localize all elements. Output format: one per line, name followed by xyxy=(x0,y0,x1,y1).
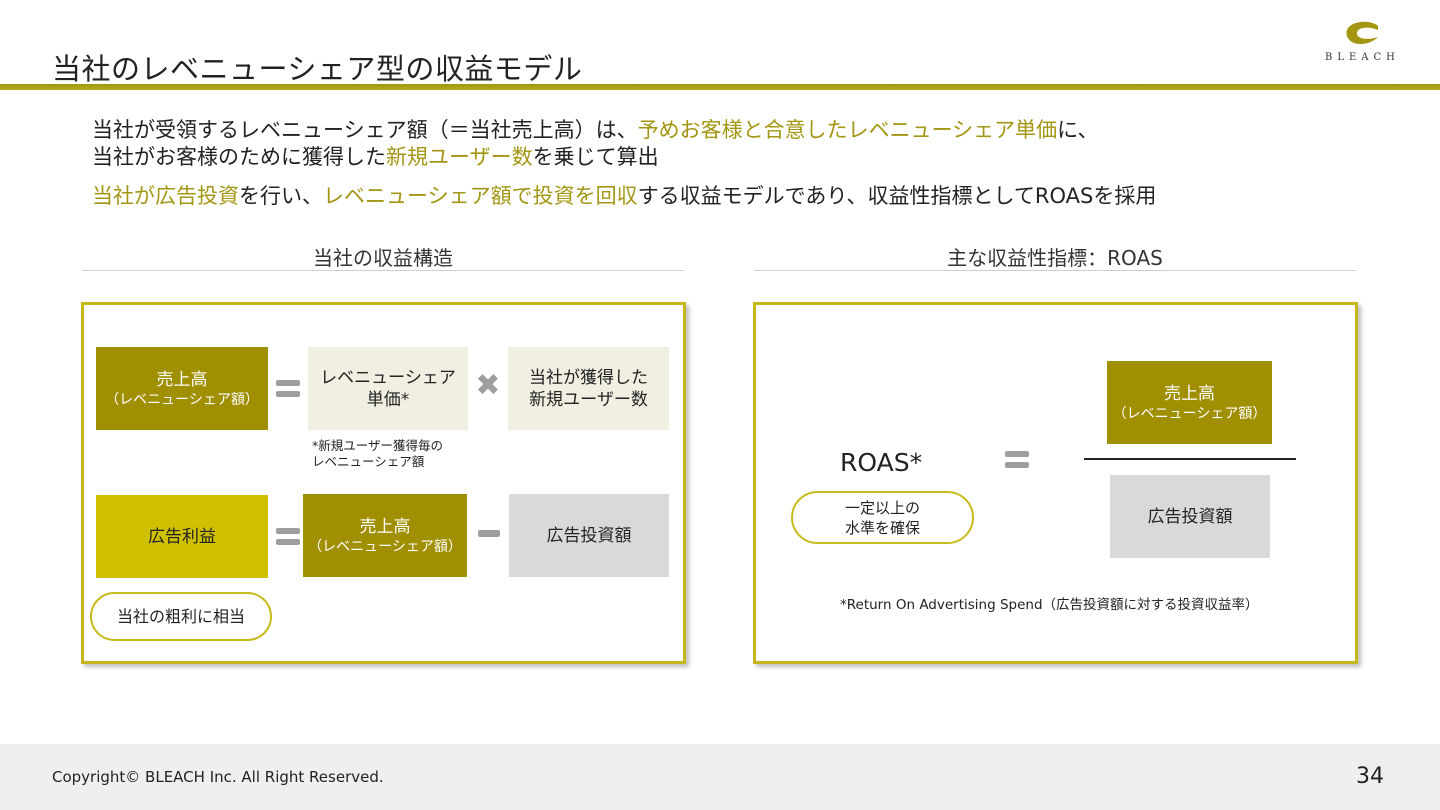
sales-label: 売上高 xyxy=(156,369,208,390)
intro-text: を行い、 xyxy=(239,184,323,208)
intro-highlight: 新規ユーザー数 xyxy=(386,145,533,169)
intro-text: 当社がお客様のために獲得した xyxy=(92,145,386,169)
equals-icon xyxy=(276,526,300,548)
ad-invest-box: 広告投資額 xyxy=(509,494,669,577)
logo-text: BLEACH xyxy=(1325,52,1400,63)
sales-sublabel: （レベニューシェア額） xyxy=(105,391,259,408)
denominator-label: 広告投資額 xyxy=(1147,506,1233,527)
ad-profit-box: 広告利益 xyxy=(96,495,268,578)
intro-highlight: 当社が広告投資 xyxy=(92,184,239,208)
multiply-icon: ✖ xyxy=(475,368,501,403)
numerator-sublabel: （レベニューシェア額） xyxy=(1112,405,1267,422)
pill-line: 水準を確保 xyxy=(844,518,920,537)
roas-denominator-box: 広告投資額 xyxy=(1110,475,1270,558)
roas-label: ROAS* xyxy=(840,448,923,477)
numerator-label: 売上高 xyxy=(1164,383,1215,404)
footnote-line: *新規ユーザー獲得毎の xyxy=(312,438,444,453)
equals-icon xyxy=(276,378,300,400)
unit-label-2: 単価* xyxy=(366,389,410,410)
left-section-title: 当社の収益構造 xyxy=(313,246,453,270)
page-title: 当社のレベニューシェア型の収益モデル xyxy=(52,52,583,86)
intro-text: する収益モデルであり、収益性指標としてROASを採用 xyxy=(637,184,1157,208)
right-section-divider xyxy=(754,270,1356,271)
ad-invest-label: 広告投資額 xyxy=(546,525,632,546)
sales-box: 売上高 （レベニューシェア額） xyxy=(96,347,268,430)
roas-target-pill: 一定以上の 水準を確保 xyxy=(791,491,974,544)
revenue-share-unit-box: レベニューシェア 単価* xyxy=(308,347,468,430)
title-underline xyxy=(0,84,1440,90)
roas-footnote: *Return On Advertising Spend（広告投資額に対する投資… xyxy=(840,597,1259,613)
intro-line-3: 当社が広告投資を行い、レベニューシェア額で投資を回収する収益モデルであり、収益性… xyxy=(92,180,1156,210)
sales-label: 売上高 xyxy=(359,516,411,537)
users-label-1: 当社が獲得した xyxy=(529,367,648,388)
unit-label-1: レベニューシェア xyxy=(320,367,456,388)
pill-line: 一定以上の xyxy=(844,498,920,517)
ad-profit-label: 広告利益 xyxy=(148,526,216,547)
intro-highlight: 予めお客様と合意したレベニューシェア単価 xyxy=(637,118,1058,142)
intro-line-1: 当社が受領するレベニューシェア額（＝当社売上高）は、予めお客様と合意したレベニュ… xyxy=(92,114,1099,144)
sales-sublabel: （レベニューシェア額） xyxy=(308,538,462,555)
sales-box-2: 売上高 （レベニューシェア額） xyxy=(303,494,467,577)
copyright-text: Copyright© BLEACH Inc. All Right Reserve… xyxy=(52,768,384,786)
fraction-line xyxy=(1084,458,1296,460)
pill-label: 当社の粗利に相当 xyxy=(116,606,245,626)
left-section-divider xyxy=(82,270,684,271)
roas-numerator-box: 売上高 （レベニューシェア額） xyxy=(1107,361,1272,444)
intro-text: を乗じて算出 xyxy=(532,145,659,169)
intro-line-2: 当社がお客様のために獲得した新規ユーザー数を乗じて算出 xyxy=(92,141,659,171)
page-number: 34 xyxy=(1356,764,1384,789)
intro-text: 当社が受領するレベニューシェア額（＝当社売上高）は、 xyxy=(92,118,638,142)
right-section-title: 主な収益性指標：ROAS xyxy=(947,246,1163,270)
bleach-logo-icon xyxy=(1346,21,1378,44)
intro-highlight: レベニューシェア額で投資を回収 xyxy=(323,184,638,208)
unit-footnote: *新規ユーザー獲得毎の レベニューシェア額 xyxy=(312,438,492,470)
gross-profit-pill: 当社の粗利に相当 xyxy=(90,592,272,641)
footnote-line: レベニューシェア額 xyxy=(312,454,425,469)
new-users-box: 当社が獲得した 新規ユーザー数 xyxy=(508,347,669,430)
minus-icon xyxy=(478,530,500,537)
equals-icon xyxy=(1005,450,1029,470)
users-label-2: 新規ユーザー数 xyxy=(529,389,648,410)
intro-text: に、 xyxy=(1057,118,1099,142)
